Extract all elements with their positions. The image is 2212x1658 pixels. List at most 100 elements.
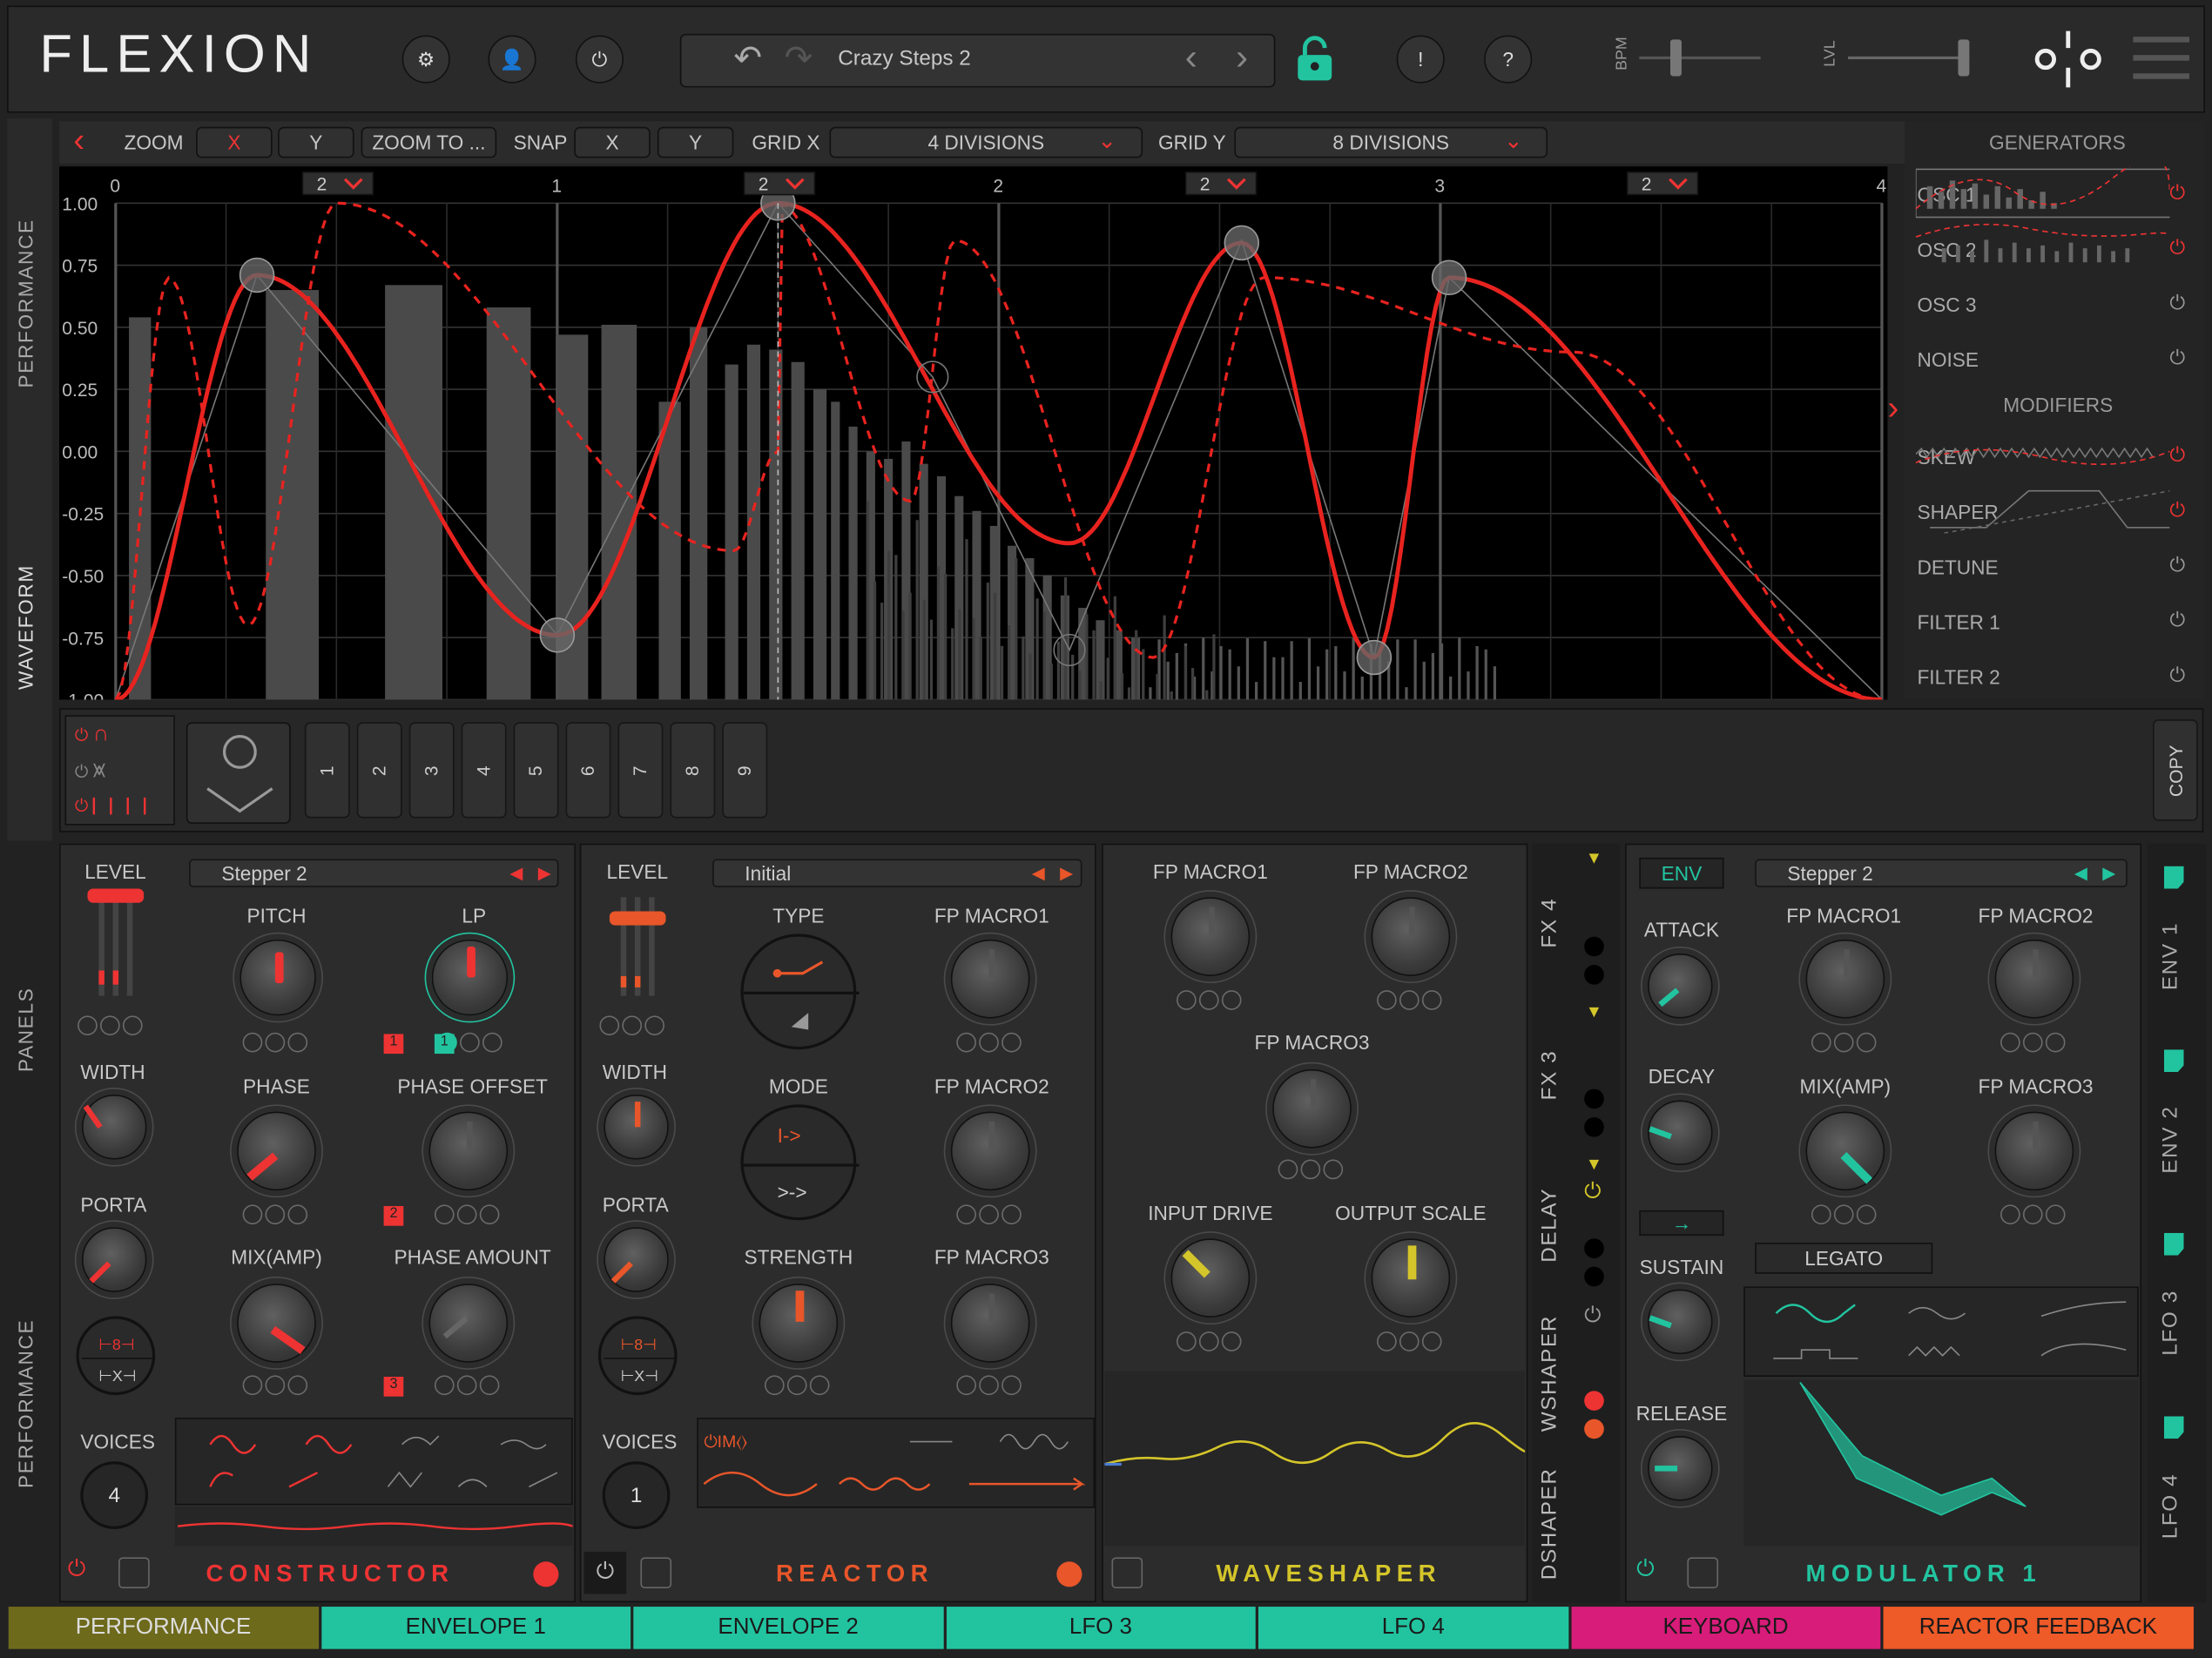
bottom-tab[interactable]: ENVELOPE 1 — [320, 1607, 631, 1649]
sine-shape-icon[interactable]: ⏻ ∩ — [66, 717, 173, 753]
slot-button[interactable]: 7 — [617, 722, 664, 819]
fx-tab[interactable]: DSHAPER — [1538, 1452, 1572, 1594]
grid-x-select[interactable]: 4 DIVISIONS — [829, 126, 1143, 158]
copy-button[interactable]: COPY — [2152, 719, 2198, 821]
mod-tab[interactable]: ENV 1 — [2158, 900, 2192, 1013]
reactor-width-knob[interactable] — [604, 1095, 669, 1160]
input-drive-mods[interactable] — [1176, 1331, 1242, 1351]
reactor-prev-icon[interactable]: ◀ — [1027, 860, 1049, 886]
phase-offset-knob[interactable] — [428, 1111, 509, 1191]
generator-power-icon[interactable]: ⏻ — [2169, 291, 2185, 315]
help-icon[interactable]: ? — [1484, 35, 1533, 84]
mod-fp1-mods[interactable] — [1811, 1032, 1877, 1053]
mod-fp2-knob[interactable] — [1994, 939, 2074, 1019]
ws-fp2-mods[interactable] — [1377, 990, 1442, 1010]
grid-y-select[interactable]: 8 DIVISIONS — [1234, 126, 1548, 158]
mod-tab[interactable]: ENV 2 — [2158, 1083, 2192, 1196]
generator-item[interactable]: OSC 3 — [1917, 293, 1976, 316]
snap-y-button[interactable]: Y — [657, 126, 734, 158]
fx-dot[interactable] — [1584, 1088, 1604, 1109]
mod-fp1-knob[interactable] — [1805, 939, 1885, 1019]
reactor-shape-grid[interactable]: ⏻IM⟨⟩ — [697, 1417, 1096, 1508]
modifier-power-icon[interactable]: ⏻ — [2169, 443, 2185, 468]
modifier-power-icon[interactable]: ⏻ — [2169, 663, 2185, 687]
generator-power-icon[interactable]: ⏻ — [2169, 346, 2185, 370]
slot-button[interactable]: 2 — [356, 722, 402, 819]
redo-icon[interactable]: ↷ — [785, 38, 813, 79]
reactor-power-icon[interactable]: ⏻ — [583, 1551, 627, 1594]
generator-item[interactable]: NOISE — [1917, 348, 1979, 371]
ws-fp3-knob[interactable] — [1272, 1068, 1352, 1149]
reactor-fp2-knob[interactable] — [950, 1111, 1030, 1191]
modifier-power-icon[interactable]: ⏻ — [2169, 608, 2185, 632]
power-icon[interactable]: ⏻ — [575, 35, 624, 84]
pitch-mods[interactable] — [242, 1032, 308, 1053]
mode-b[interactable]: >-> — [778, 1181, 807, 1203]
fx-dot[interactable] — [1584, 1116, 1604, 1137]
mod-fp2-mods[interactable] — [2000, 1032, 2066, 1053]
level-slider[interactable] — [1848, 39, 1970, 77]
graph-expand-arrow-icon[interactable]: › — [1887, 389, 1898, 428]
lock-icon[interactable] — [1293, 35, 1336, 83]
reactor-fp3-mods[interactable] — [956, 1375, 1022, 1396]
env-button[interactable]: ENV — [1639, 857, 1724, 889]
modulator-power-icon[interactable]: ⏻ — [1636, 1557, 1655, 1582]
attack-knob[interactable] — [1648, 954, 1713, 1019]
constructor-porta-mode-icon[interactable]: ⊢8⊣ ⊢X⊣ — [76, 1316, 156, 1396]
output-scale-mods[interactable] — [1377, 1331, 1442, 1351]
mix-amp-knob[interactable] — [237, 1284, 316, 1363]
mod-mix-knob[interactable] — [1805, 1111, 1885, 1191]
reactor-porta-knob[interactable] — [604, 1227, 669, 1292]
grid-y-chevron-icon[interactable]: ⌄ — [1504, 127, 1523, 155]
mod-fp3-mods[interactable] — [2000, 1204, 2066, 1225]
waveform-svg[interactable]: 0 1 2 3 4 1.00 0.75 0.50 0.25 0.00 -0.25 -0.50 -0.75… — [59, 166, 1887, 711]
modifier-item[interactable]: FILTER 2 — [1917, 666, 2000, 689]
modulator-shape-grid[interactable] — [1743, 1286, 2139, 1378]
menu-icon[interactable] — [2133, 37, 2190, 82]
modifier-item[interactable]: DETUNE — [1917, 556, 1998, 578]
reactor-strength-mods[interactable] — [764, 1375, 830, 1396]
ws-fp3-mods[interactable] — [1278, 1159, 1344, 1180]
release-knob[interactable] — [1648, 1436, 1713, 1501]
fx-tab[interactable]: DELAY — [1538, 1154, 1572, 1295]
mod-fp3-knob[interactable] — [1994, 1111, 2074, 1191]
constructor-slot-icon[interactable] — [118, 1557, 150, 1589]
constructor-next-icon[interactable]: ▶ — [533, 860, 556, 886]
tab-waveform[interactable]: WAVEFORM — [14, 522, 37, 733]
fx-dot[interactable] — [1584, 1419, 1604, 1439]
slot-button[interactable]: 9 — [722, 722, 768, 819]
snap-x-button[interactable]: X — [574, 126, 651, 158]
reactor-record-icon[interactable] — [1056, 1561, 1082, 1587]
fx-dot[interactable] — [1584, 1266, 1604, 1287]
constructor-width-knob[interactable] — [81, 1095, 147, 1160]
alert-icon[interactable]: ! — [1396, 35, 1445, 84]
grid-x-chevron-icon[interactable]: ⌄ — [1097, 127, 1116, 155]
mod-tab[interactable]: LFO 3 — [2158, 1267, 2192, 1380]
phase-amount-mods[interactable] — [434, 1375, 500, 1396]
reactor-level-mods[interactable] — [599, 1015, 664, 1036]
generator-power-icon[interactable]: ⏻ — [2169, 236, 2185, 260]
constructor-power-icon[interactable]: ⏻ — [68, 1557, 86, 1582]
wshaper-power-icon[interactable]: ⏻ — [1584, 1304, 1601, 1328]
phase-mods[interactable] — [242, 1204, 308, 1225]
pitch-knob[interactable] — [239, 939, 316, 1016]
slot-button[interactable]: 5 — [513, 722, 559, 819]
generator-power-icon[interactable]: ⏻ — [2169, 180, 2185, 205]
output-scale-knob[interactable] — [1371, 1238, 1451, 1318]
reactor-level-fader[interactable] — [609, 889, 666, 1002]
settings-gear-icon[interactable]: ⚙ — [401, 35, 450, 84]
reactor-fp1-mods[interactable] — [956, 1032, 1022, 1053]
slot-button[interactable]: 6 — [565, 722, 611, 819]
fx-dot[interactable] — [1584, 936, 1604, 957]
waveform-graph[interactable]: 0 1 2 3 4 1.00 0.75 0.50 0.25 0.00 -0.25 -0.50 -0.75… — [59, 166, 1888, 711]
bottom-tab[interactable]: LFO 3 — [946, 1607, 1256, 1649]
ws-fp1-mods[interactable] — [1176, 990, 1242, 1010]
modulator-slot-icon[interactable] — [1687, 1557, 1719, 1589]
decay-knob[interactable] — [1648, 1100, 1713, 1166]
bars-shape-icon[interactable]: ⏻ ▏▏▏▏ — [66, 790, 173, 826]
bpm-slider[interactable] — [1639, 39, 1761, 77]
fx-tab[interactable]: FX 3 — [1538, 1004, 1572, 1145]
back-arrow-icon[interactable]: ‹ — [73, 121, 84, 160]
step-shape-icon[interactable]: ⏻ ⩙ — [66, 753, 173, 790]
mix-amp-mods[interactable] — [242, 1375, 308, 1396]
